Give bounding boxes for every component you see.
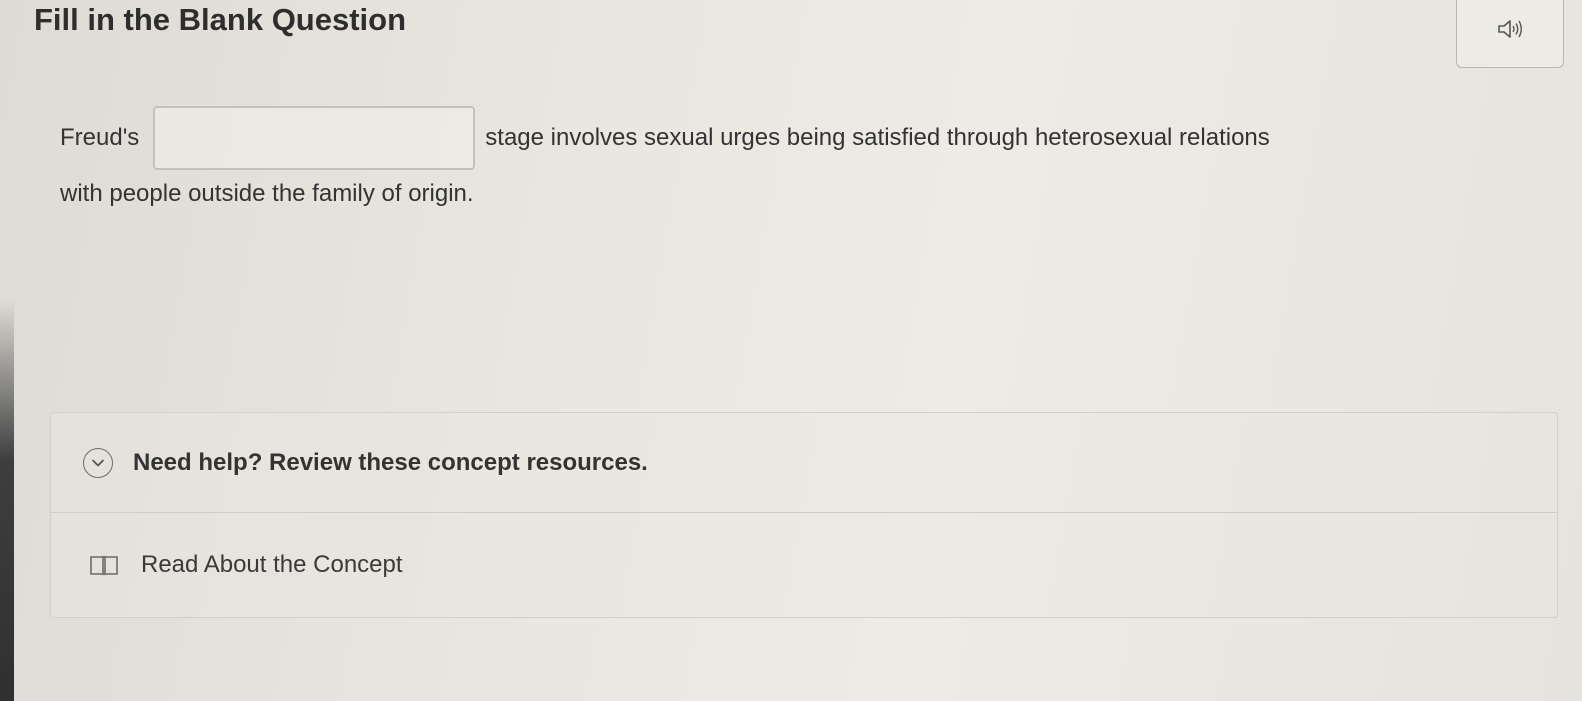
answer-blank-input[interactable] <box>153 106 476 170</box>
help-panel: Need help? Review these concept resource… <box>50 412 1558 618</box>
book-icon <box>89 553 119 577</box>
help-label: Need help? Review these concept resource… <box>133 448 648 476</box>
speaker-icon <box>1497 18 1523 45</box>
resource-read-about-concept[interactable]: Read About the Concept <box>51 513 1557 617</box>
question-suffix: stage involves sexual urges being satisf… <box>485 124 1270 151</box>
audio-button[interactable] <box>1456 0 1564 68</box>
question-continuation: with people outside the family of origin… <box>60 180 474 207</box>
help-toggle[interactable]: Need help? Review these concept resource… <box>51 413 1557 513</box>
resource-label: Read About the Concept <box>141 551 403 578</box>
question-line-1: Freud's stage involves sexual urges bein… <box>60 104 1550 172</box>
question-line-2: with people outside the family of origin… <box>60 180 1550 208</box>
question-body: Freud's stage involves sexual urges bein… <box>60 104 1550 208</box>
screen-left-edge <box>0 300 14 701</box>
chevron-down-icon <box>83 447 113 478</box>
question-prefix: Freud's <box>60 124 140 151</box>
page-title: Fill in the Blank Question <box>34 2 407 37</box>
